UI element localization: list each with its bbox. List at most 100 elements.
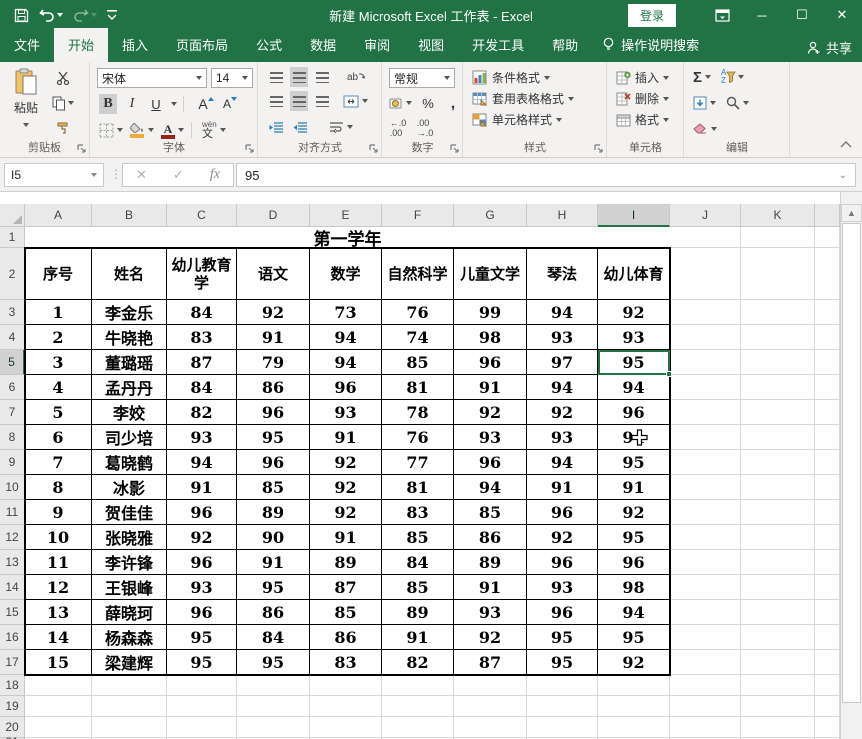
cell-A15[interactable]: 13 xyxy=(25,600,92,625)
cell-G14[interactable]: 91 xyxy=(454,575,527,600)
align-bottom-icon[interactable] xyxy=(313,67,331,87)
cell-A20[interactable] xyxy=(25,717,92,738)
scrollbar-thumb[interactable] xyxy=(842,223,861,703)
cell-partial-8[interactable] xyxy=(815,425,840,450)
increase-decimal-icon[interactable]: ←.0.00 xyxy=(389,118,407,138)
bold-button[interactable]: B xyxy=(99,94,117,114)
row-header-6[interactable]: 6 xyxy=(0,375,25,400)
cell-D9[interactable]: 96 xyxy=(237,450,310,475)
cell-A18[interactable] xyxy=(25,675,92,696)
cell-I13[interactable]: 96 xyxy=(598,550,670,575)
table-header-幼儿体育[interactable]: 幼儿体育 xyxy=(598,248,670,300)
cell-C7[interactable]: 82 xyxy=(167,400,237,425)
cell-G8[interactable]: 93 xyxy=(454,425,527,450)
sign-in-button[interactable]: 登录 xyxy=(628,4,676,27)
cut-icon[interactable] xyxy=(52,68,74,88)
cell-G7[interactable]: 92 xyxy=(454,400,527,425)
cell-F4[interactable]: 74 xyxy=(382,325,454,350)
cell-G11[interactable]: 85 xyxy=(454,500,527,525)
cell-K8[interactable] xyxy=(741,425,815,450)
cell-H19[interactable] xyxy=(527,696,598,717)
cell-F19[interactable] xyxy=(382,696,454,717)
align-right-icon[interactable] xyxy=(313,91,331,111)
accounting-format-icon[interactable] xyxy=(389,93,412,113)
cell-J3[interactable] xyxy=(670,300,741,325)
cell-B17[interactable]: 梁建辉 xyxy=(92,650,167,675)
alignment-dialog-launcher-icon[interactable] xyxy=(369,144,379,154)
cell-partial-19[interactable] xyxy=(815,696,840,717)
row-header-17[interactable]: 17 xyxy=(0,650,25,675)
column-header-K[interactable]: K xyxy=(741,204,815,227)
column-header-D[interactable]: D xyxy=(237,204,310,227)
cell-J11[interactable] xyxy=(670,500,741,525)
cell-A3[interactable]: 1 xyxy=(25,300,92,325)
cell-D8[interactable]: 95 xyxy=(237,425,310,450)
cell-A13[interactable]: 11 xyxy=(25,550,92,575)
cell-F13[interactable]: 84 xyxy=(382,550,454,575)
orientation-button[interactable]: ab xyxy=(347,67,365,87)
cell-G15[interactable]: 93 xyxy=(454,600,527,625)
cell-B8[interactable]: 司少培 xyxy=(92,425,167,450)
row-header-19[interactable]: 19 xyxy=(0,696,25,717)
cell-F8[interactable]: 76 xyxy=(382,425,454,450)
cell-C3[interactable]: 84 xyxy=(167,300,237,325)
cell-E14[interactable]: 87 xyxy=(310,575,382,600)
cell-B11[interactable]: 贺佳佳 xyxy=(92,500,167,525)
font-color-button[interactable]: A xyxy=(161,120,184,140)
cell-H11[interactable]: 96 xyxy=(527,500,598,525)
vertical-scrollbar[interactable]: ▲ xyxy=(840,192,862,739)
font-name-select[interactable]: 宋体 xyxy=(97,68,207,88)
cell-B16[interactable]: 杨森森 xyxy=(92,625,167,650)
copy-icon[interactable] xyxy=(52,93,74,113)
cell-H7[interactable]: 92 xyxy=(527,400,598,425)
column-header-I[interactable]: I xyxy=(598,204,670,227)
cell-H4[interactable]: 93 xyxy=(527,325,598,350)
cell-I11[interactable]: 92 xyxy=(598,500,670,525)
cell-C13[interactable]: 96 xyxy=(167,550,237,575)
cell-B10[interactable]: 冰影 xyxy=(92,475,167,500)
column-header-partial[interactable] xyxy=(815,204,840,227)
cell-E19[interactable] xyxy=(310,696,382,717)
cell-E16[interactable]: 86 xyxy=(310,625,382,650)
cell-D19[interactable] xyxy=(237,696,310,717)
cell-B20[interactable] xyxy=(92,717,167,738)
cell-A8[interactable]: 6 xyxy=(25,425,92,450)
cell-H17[interactable]: 95 xyxy=(527,650,598,675)
merge-center-button[interactable] xyxy=(343,91,368,111)
cell-J8[interactable] xyxy=(670,425,741,450)
cell-H10[interactable]: 91 xyxy=(527,475,598,500)
maximize-button[interactable]: ☐ xyxy=(782,0,822,30)
row-header-12[interactable]: 12 xyxy=(0,525,25,550)
cell-F14[interactable]: 85 xyxy=(382,575,454,600)
cell-K3[interactable] xyxy=(741,300,815,325)
cell-A11[interactable]: 9 xyxy=(25,500,92,525)
cell-A10[interactable]: 8 xyxy=(25,475,92,500)
cell-J19[interactable] xyxy=(670,696,741,717)
row-header-7[interactable]: 7 xyxy=(0,400,25,425)
cell-F12[interactable]: 85 xyxy=(382,525,454,550)
cell-I5[interactable]: 95 xyxy=(598,350,670,375)
delete-cells-button[interactable]: 删除 xyxy=(616,88,669,109)
cell-G13[interactable]: 89 xyxy=(454,550,527,575)
cell-H13[interactable]: 96 xyxy=(527,550,598,575)
ribbon-tab-公式[interactable]: 公式 xyxy=(242,28,296,62)
cell-A9[interactable]: 7 xyxy=(25,450,92,475)
cell-D6[interactable]: 86 xyxy=(237,375,310,400)
cell-K10[interactable] xyxy=(741,475,815,500)
table-header-序号[interactable]: 序号 xyxy=(25,248,92,300)
borders-button[interactable] xyxy=(99,120,123,140)
cell-partial-20[interactable] xyxy=(815,717,840,738)
cell-G5[interactable]: 96 xyxy=(454,350,527,375)
cell-G10[interactable]: 94 xyxy=(454,475,527,500)
row-header-15[interactable]: 15 xyxy=(0,600,25,625)
cell-H3[interactable]: 94 xyxy=(527,300,598,325)
paste-button[interactable]: 粘贴 xyxy=(8,68,44,130)
cell-I14[interactable]: 98 xyxy=(598,575,670,600)
cell-C16[interactable]: 95 xyxy=(167,625,237,650)
cell-J12[interactable] xyxy=(670,525,741,550)
align-top-icon[interactable] xyxy=(267,67,285,87)
scroll-up-icon[interactable]: ▲ xyxy=(841,204,862,222)
autosum-button[interactable]: Σ xyxy=(693,67,711,87)
cell-K19[interactable] xyxy=(741,696,815,717)
cell-A19[interactable] xyxy=(25,696,92,717)
